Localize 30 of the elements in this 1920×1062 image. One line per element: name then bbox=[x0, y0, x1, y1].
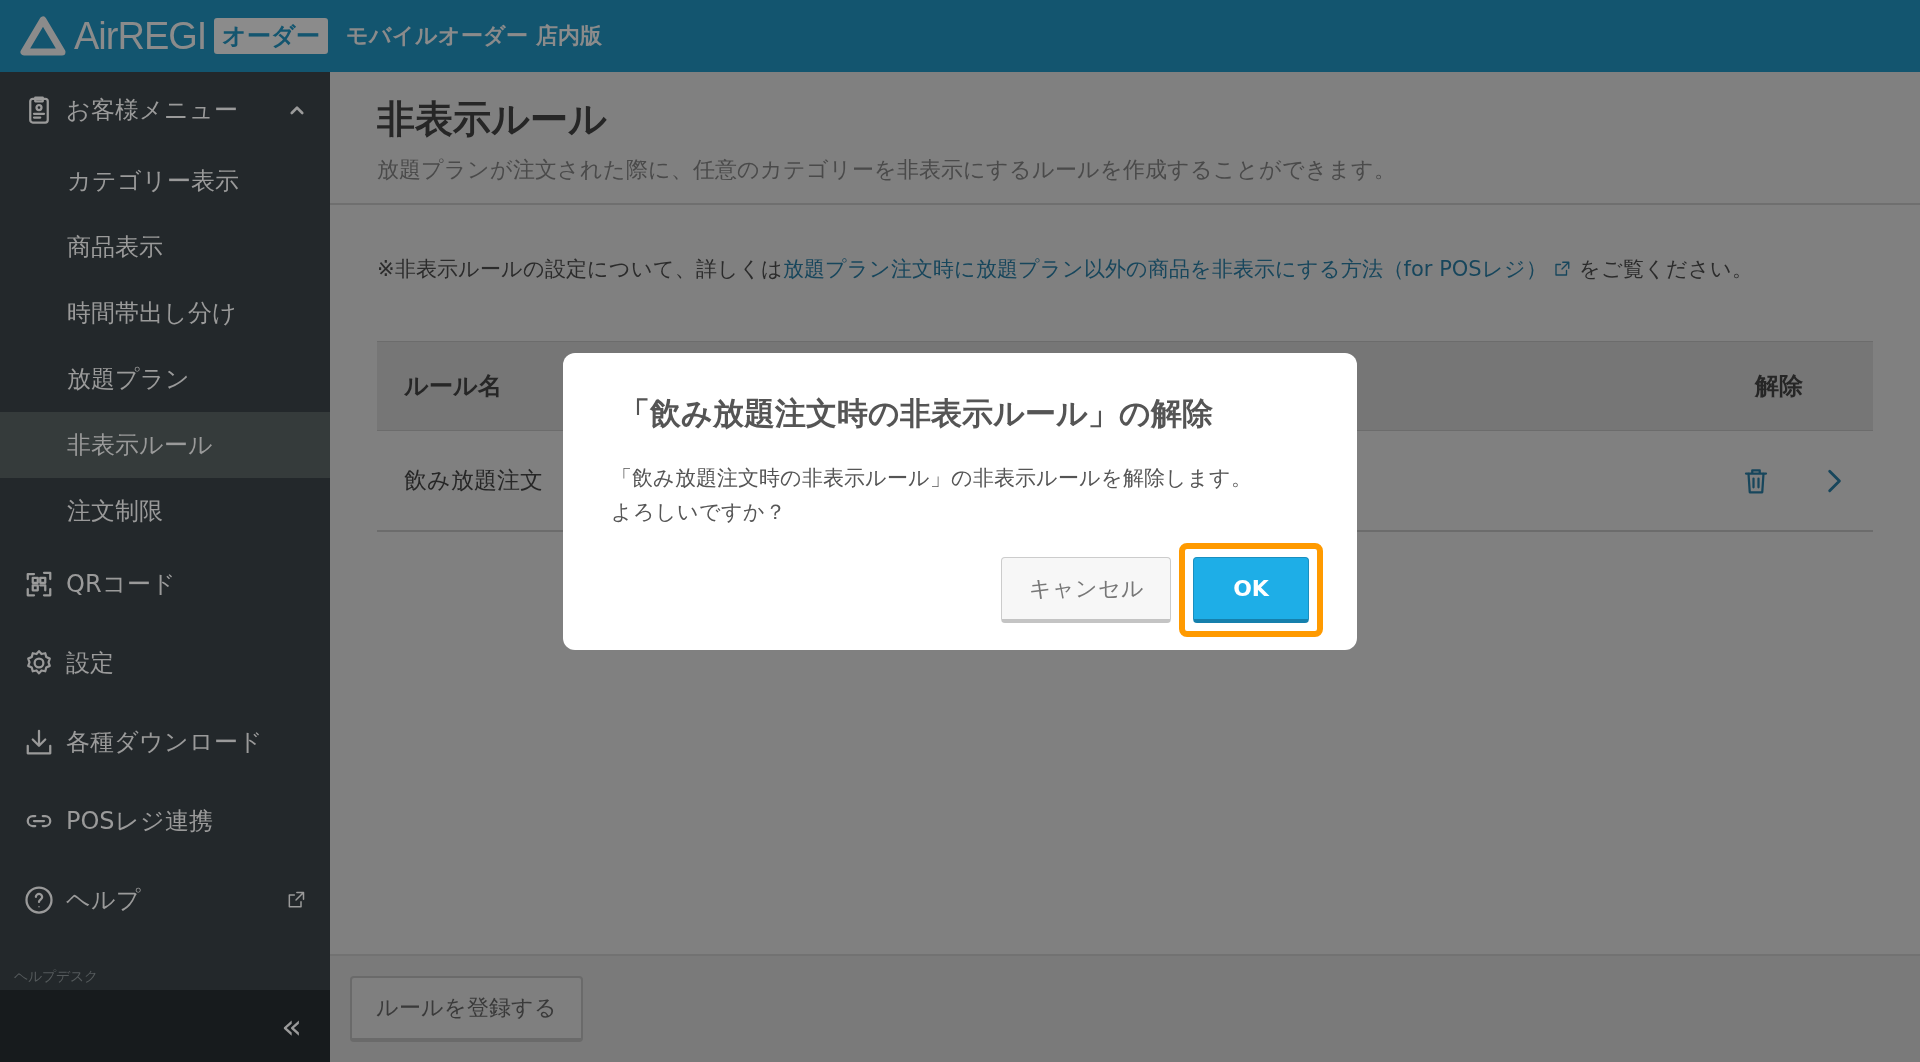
register-rule-button[interactable]: ルールを登録する bbox=[350, 976, 583, 1042]
sidebar-item[interactable]: POSレジ連携 bbox=[0, 781, 330, 860]
sidebar-subitem[interactable]: 非表示ルール bbox=[0, 412, 330, 478]
sidebar-item[interactable]: ヘルプ bbox=[0, 860, 330, 939]
dialog-message: よろしいですか？ bbox=[611, 499, 787, 526]
dialog-message: 「飲み放題注文時の非表示ルール」の非表示ルールを解除します。 bbox=[611, 465, 1253, 492]
sidebar-item[interactable]: お客様メニュー bbox=[0, 72, 330, 148]
sidebar-subitem[interactable]: カテゴリー表示 bbox=[0, 148, 330, 214]
dialog-title: 「飲み放題注文時の非表示ルール」の解除 bbox=[619, 394, 1214, 433]
page-title: 非表示ルール bbox=[377, 96, 608, 143]
collapse-button[interactable]: « bbox=[277, 1006, 306, 1046]
product-badge: オーダー bbox=[214, 18, 329, 54]
app-subtitle: モバイルオーダー 店内版 bbox=[346, 22, 603, 50]
column-header: 解除 bbox=[1755, 371, 1803, 402]
sidebar-subitem[interactable]: 時間帯出し分け bbox=[0, 280, 330, 346]
cancel-button[interactable]: キャンセル bbox=[1001, 557, 1171, 623]
table-cell-text: 飲み放題注文 bbox=[404, 466, 543, 495]
logo-text: AirREGI bbox=[74, 14, 207, 58]
sidebar-subitem[interactable]: 放題プラン bbox=[0, 346, 330, 412]
triangle-logo-icon bbox=[20, 16, 66, 56]
info-note: ※非表示ルールの設定について、詳しくは放題プラン注文時に放題プラン以外の商品を非表示にする方法（for POSレジ） をご覧ください。 bbox=[377, 256, 1754, 283]
external-link-icon bbox=[286, 889, 306, 910]
sidebar-subitem[interactable]: 注文制限 bbox=[0, 478, 330, 544]
sidebar-item[interactable]: 設定 bbox=[0, 623, 330, 702]
column-header: ルール名 bbox=[404, 371, 502, 402]
sidebar-subitem[interactable]: 商品表示 bbox=[0, 214, 330, 280]
sidebar-item[interactable]: 各種ダウンロード bbox=[0, 702, 330, 781]
external-link-icon bbox=[1552, 260, 1571, 278]
sidebar-item[interactable]: QRコード bbox=[0, 544, 330, 623]
help-icon bbox=[24, 884, 54, 915]
